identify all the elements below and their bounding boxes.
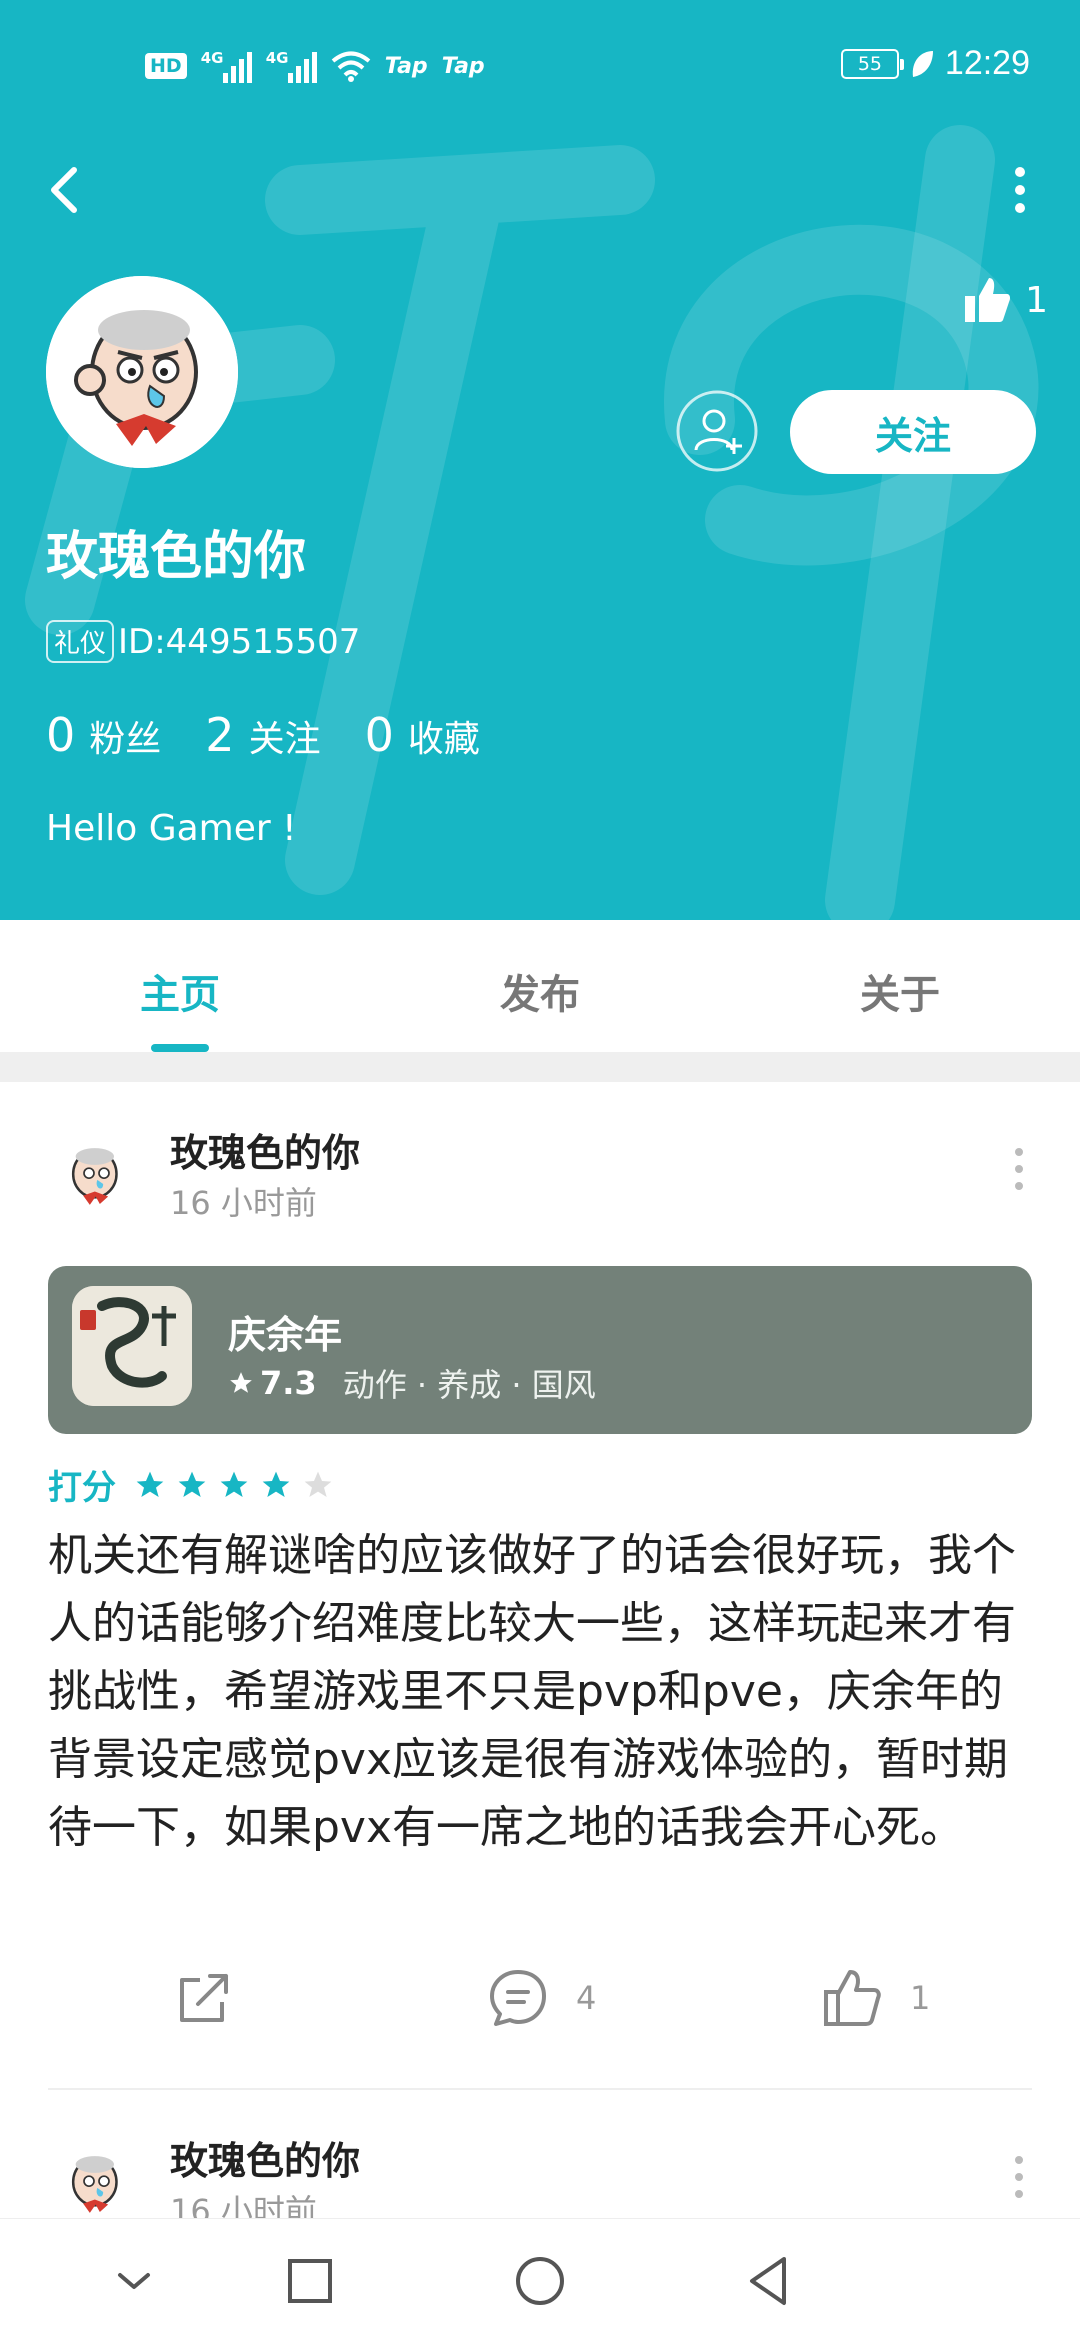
- rating-stars: [134, 1469, 334, 1501]
- more-vertical-icon[interactable]: [1000, 160, 1040, 220]
- section-divider: [0, 1052, 1080, 1082]
- rating-label: 打分: [48, 1468, 116, 1508]
- stat-following[interactable]: 2 关注: [205, 708, 320, 762]
- clock: 12:29: [944, 44, 1030, 82]
- post-divider: [48, 2088, 1032, 2090]
- avatar-illustration: [46, 276, 238, 468]
- review-rating: 打分: [48, 1460, 334, 1509]
- stat-favorites-count: 0: [364, 708, 394, 762]
- back-triangle-icon[interactable]: [740, 2251, 800, 2311]
- game-tags: 动作 · 养成 · 国风: [342, 1366, 596, 1404]
- stat-favorites-label: 收藏: [407, 719, 480, 760]
- profile-like-button[interactable]: 1: [963, 276, 1048, 324]
- like-button[interactable]: 1: [820, 1966, 930, 2030]
- signal-icon: 4G: [201, 49, 252, 83]
- game-card[interactable]: 庆余年 7.3 动作 · 养成 · 国风: [48, 1266, 1032, 1434]
- profile-bio: Hello Gamer !: [46, 808, 297, 849]
- system-nav-bar: [0, 2218, 1080, 2340]
- post-timestamp: 16 小时前: [170, 1184, 317, 1222]
- profile-username: 玫瑰色的你: [46, 527, 307, 587]
- star-filled-icon: [220, 1471, 248, 1497]
- like-count: 1: [910, 1979, 931, 2017]
- profile-like-count: 1: [1025, 279, 1048, 321]
- wifi-icon: [331, 51, 370, 82]
- user-id-row: 礼仪 ID:449515507: [46, 620, 360, 663]
- stat-fans-label: 粉丝: [89, 719, 162, 760]
- post-more-icon-2[interactable]: [1012, 2152, 1026, 2202]
- recents-square-icon[interactable]: [280, 2251, 340, 2311]
- star-empty-icon: [304, 1471, 332, 1497]
- avatar[interactable]: [46, 276, 238, 468]
- share-icon: [180, 1974, 228, 2022]
- profile-tabs: 主页 发布 关于: [0, 920, 1080, 1052]
- post-actions: 4 1: [0, 1966, 1080, 2046]
- stat-following-label: 关注: [248, 719, 321, 760]
- game-name: 庆余年: [228, 1313, 343, 1357]
- game-rating-value: 7.3: [260, 1364, 317, 1402]
- star-icon: [230, 1372, 252, 1393]
- stat-following-count: 2: [205, 708, 235, 762]
- share-button[interactable]: [172, 1966, 236, 2030]
- hd-indicator: HD: [145, 53, 187, 79]
- game-rating: 7.3: [228, 1364, 317, 1402]
- star-filled-icon: [178, 1471, 206, 1497]
- etiquette-badge[interactable]: 礼仪: [46, 620, 115, 663]
- tab-about[interactable]: 关于: [720, 920, 1080, 1052]
- post-body[interactable]: 机关还有解谜啥的应该做好了的话会很好玩，我个人的话能够介绍难度比较大一些，这样玩…: [48, 1522, 1038, 1862]
- post-author-name-2[interactable]: 玫瑰色的你: [170, 2130, 360, 2185]
- game-meta: 7.3 动作 · 养成 · 国风: [228, 1360, 596, 1406]
- add-friend-icon[interactable]: [676, 390, 758, 472]
- stat-favorites[interactable]: 0 收藏: [365, 708, 480, 762]
- leaf-icon: [912, 50, 933, 77]
- tab-home[interactable]: 主页: [0, 920, 360, 1052]
- tab-posts[interactable]: 发布: [360, 920, 720, 1052]
- signal-icon-2: 4G: [266, 49, 317, 83]
- follow-button[interactable]: 关注: [790, 390, 1036, 474]
- battery-icon: 55: [840, 48, 904, 79]
- post-author-avatar[interactable]: [54, 1134, 134, 1214]
- post-author-name[interactable]: 玫瑰色的你: [170, 1122, 360, 1177]
- thumbs-up-outline-icon: [824, 1970, 881, 2026]
- back-icon[interactable]: [40, 160, 90, 220]
- post-more-icon[interactable]: [1012, 1144, 1026, 1194]
- thumbs-up-icon: [965, 278, 1011, 322]
- status-bar: HD 4G 4G Tap Tap 55 12:29: [0, 0, 1080, 130]
- avatar-illustration-small: [54, 1134, 134, 1214]
- profile-stats: 0 粉丝 2 关注 0 收藏: [46, 708, 480, 762]
- star-filled-icon: [136, 1471, 164, 1497]
- stat-fans[interactable]: 0 粉丝: [46, 708, 161, 762]
- avatar-illustration-small-2: [54, 2142, 134, 2222]
- user-id: ID:449515507: [118, 621, 361, 662]
- chevron-down-icon[interactable]: [104, 2251, 164, 2311]
- taptap-notification-icon-2: Tap: [441, 53, 485, 79]
- comment-button[interactable]: 4: [486, 1966, 596, 2030]
- star-filled-icon: [262, 1471, 290, 1497]
- post-header: 玫瑰色的你 16 小时前: [0, 1122, 1080, 1242]
- post-author-avatar-2[interactable]: [54, 2142, 134, 2222]
- stat-fans-count: 0: [46, 708, 76, 762]
- comment-count: 4: [576, 1979, 597, 2017]
- game-icon: [72, 1286, 192, 1406]
- taptap-notification-icon: Tap: [384, 53, 428, 79]
- home-circle-icon[interactable]: [510, 2251, 570, 2311]
- profile-header: HD 4G 4G Tap Tap 55 12:29 1 关注 玫瑰色的你 礼仪 …: [0, 0, 1080, 920]
- comment-icon: [490, 1970, 546, 2026]
